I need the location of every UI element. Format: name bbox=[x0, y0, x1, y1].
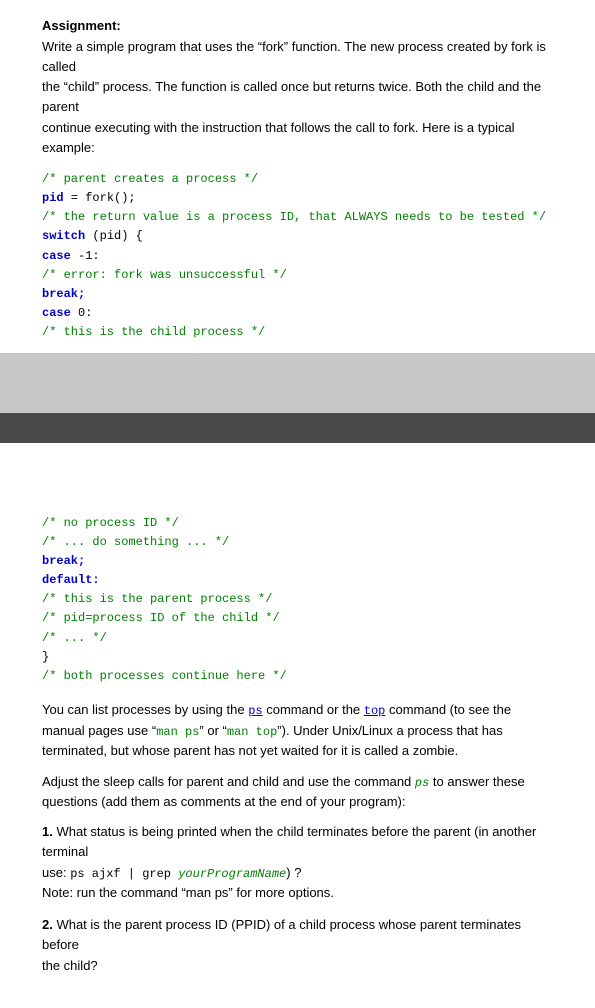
page-container: Assignment: Write a simple program that … bbox=[0, 0, 595, 1008]
code-block-bottom: /* no process ID */ /* ... do something … bbox=[42, 514, 553, 687]
dark-separator-bar bbox=[0, 413, 595, 443]
code-line-6: /* error: fork was unsuccessful */ bbox=[42, 266, 553, 285]
code-line-b6: /* pid=process ID of the child */ bbox=[42, 609, 553, 628]
question-2: 2. What is the parent process ID (PPID) … bbox=[42, 915, 553, 975]
code-line-2: pid = fork(); bbox=[42, 189, 553, 208]
code-line-b7: /* ... */ bbox=[42, 629, 553, 648]
code-line-b1: /* no process ID */ bbox=[42, 514, 553, 533]
code-line-1: /* parent creates a process */ bbox=[42, 170, 553, 189]
code-line-b3: break; bbox=[42, 552, 553, 571]
assignment-description: Write a simple program that uses the “fo… bbox=[42, 37, 553, 158]
code-line-4: switch (pid) { bbox=[42, 227, 553, 246]
code-line-5: case -1: bbox=[42, 247, 553, 266]
assignment-label: Assignment: bbox=[42, 18, 553, 33]
code-line-b2: /* ... do something ... */ bbox=[42, 533, 553, 552]
code-line-3: /* the return value is a process ID, tha… bbox=[42, 208, 553, 227]
code-line-9: /* this is the child process */ bbox=[42, 323, 553, 342]
body-paragraph-1: You can list processes by using the ps c… bbox=[42, 700, 553, 761]
separator-gray bbox=[0, 353, 595, 413]
code-block-top: /* parent creates a process */ pid = for… bbox=[42, 170, 553, 343]
spacer-below-bar bbox=[42, 443, 553, 498]
code-line-b9: /* both processes continue here */ bbox=[42, 667, 553, 686]
body-paragraph-2: Adjust the sleep calls for parent and ch… bbox=[42, 772, 553, 813]
code-line-8: case 0: bbox=[42, 304, 553, 323]
code-line-7: break; bbox=[42, 285, 553, 304]
code-line-b8: } bbox=[42, 648, 553, 667]
code-line-b4: default: bbox=[42, 571, 553, 590]
question-1: 1. What status is being printed when the… bbox=[42, 822, 553, 903]
code-line-b5: /* this is the parent process */ bbox=[42, 590, 553, 609]
